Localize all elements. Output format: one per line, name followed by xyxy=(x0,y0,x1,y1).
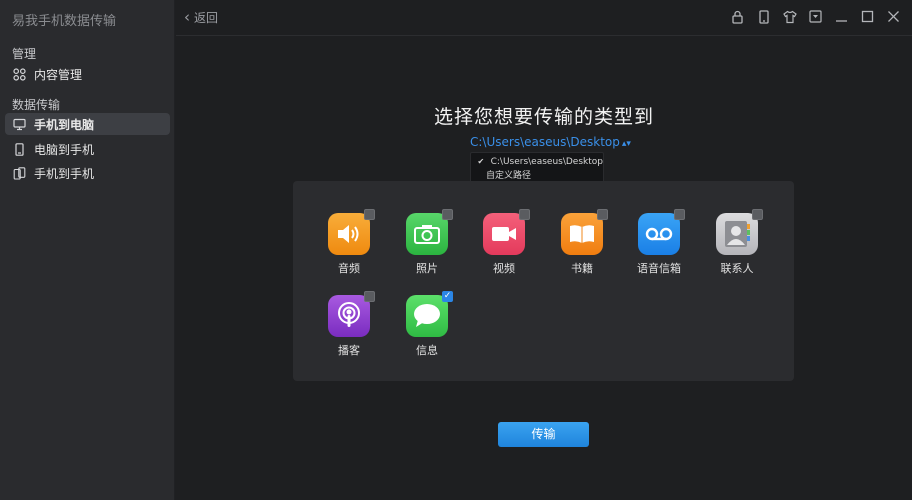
section-label-manage: 管理 xyxy=(12,47,37,61)
camera-icon xyxy=(406,209,453,255)
transfer-button[interactable]: 传输 xyxy=(498,422,589,447)
maximize-icon[interactable] xyxy=(859,8,876,25)
checkbox[interactable] xyxy=(364,291,375,302)
type-label: 信息 xyxy=(416,344,438,357)
voicemail-icon xyxy=(638,209,685,255)
path-label: C:\Users\easeus\Desktop xyxy=(470,135,620,149)
monitor-icon xyxy=(12,117,26,131)
type-tile-books[interactable]: 书籍 xyxy=(552,209,612,276)
destination-path-selector[interactable]: C:\Users\easeus\Desktop ▴▾ xyxy=(470,135,631,149)
sidebar-item-phone-to-pc[interactable]: 手机到电脑 xyxy=(5,113,170,135)
checkbox[interactable] xyxy=(364,209,375,220)
type-tile-podcast[interactable]: 播客 xyxy=(319,291,379,358)
checkbox[interactable] xyxy=(597,209,608,220)
chevron-left-icon: ‹ xyxy=(184,8,190,26)
phone-icon xyxy=(12,142,26,156)
type-label: 联系人 xyxy=(720,262,754,275)
sidebar-item-content-management[interactable]: 内容管理 xyxy=(5,63,170,85)
type-tile-video[interactable]: 视频 xyxy=(474,209,534,276)
type-label: 照片 xyxy=(416,262,438,275)
data-type-panel: 音频 照片 视频 书籍 语音信箱 联系人 播客 ✓ 信息 xyxy=(293,181,794,381)
podcast-icon xyxy=(328,291,375,337)
sidebar-item-phone-to-phone[interactable]: 手机到手机 xyxy=(5,162,170,184)
updown-arrow-icon: ▴▾ xyxy=(621,139,631,149)
dropdown-option-desktop[interactable]: ✔ C:\Users\easeus\Desktop xyxy=(471,155,603,168)
video-camera-icon xyxy=(483,209,530,255)
speaker-icon xyxy=(328,209,375,255)
app-title: 易我手机数据传输 xyxy=(12,14,117,29)
type-tile-photos[interactable]: 照片 xyxy=(397,209,457,276)
close-icon[interactable] xyxy=(885,8,902,25)
checkbox[interactable] xyxy=(519,209,530,220)
shirt-icon[interactable] xyxy=(781,8,798,25)
type-tile-audio[interactable]: 音频 xyxy=(319,209,379,276)
phone-icon[interactable] xyxy=(755,8,772,25)
grid-icon xyxy=(12,67,26,81)
window-controls xyxy=(729,8,902,25)
type-tile-contacts[interactable]: 联系人 xyxy=(707,209,767,276)
type-label: 音频 xyxy=(338,262,360,275)
lock-icon[interactable] xyxy=(729,8,746,25)
topbar: ‹ 返回 xyxy=(176,0,912,36)
back-label: 返回 xyxy=(194,11,219,25)
type-tile-voicemail[interactable]: 语音信箱 xyxy=(629,209,689,276)
phones-icon xyxy=(12,166,26,180)
type-label: 书籍 xyxy=(571,262,593,275)
path-dropdown: ✔ C:\Users\easeus\Desktop 自定义路径 xyxy=(470,152,604,183)
sidebar-item-label: 内容管理 xyxy=(34,67,83,82)
sidebar-item-pc-to-phone[interactable]: 电脑到手机 xyxy=(5,138,170,160)
sidebar-item-label: 手机到手机 xyxy=(34,166,95,181)
minimize-icon[interactable] xyxy=(833,8,850,25)
dropdown-option-label: 自定义路径 xyxy=(486,171,532,181)
checkbox-checked[interactable]: ✓ xyxy=(442,291,453,302)
dropdown-option-custom-path[interactable]: 自定义路径 xyxy=(471,168,603,181)
sidebar: 易我手机数据传输 管理 内容管理 数据传输 手机到电脑 电脑到手机 手机到手机 xyxy=(0,0,175,500)
message-bubble-icon: ✓ xyxy=(406,291,453,337)
checkbox[interactable] xyxy=(674,209,685,220)
checkmark-icon: ✔ xyxy=(477,157,485,166)
sidebar-item-label: 手机到电脑 xyxy=(34,117,95,132)
type-label: 播客 xyxy=(338,344,360,357)
type-label: 视频 xyxy=(493,262,515,275)
type-tile-messages[interactable]: ✓ 信息 xyxy=(397,291,457,358)
checkbox[interactable] xyxy=(752,209,763,220)
dropdown-option-label: C:\Users\easeus\Desktop xyxy=(490,156,603,167)
menu-dropdown-icon[interactable] xyxy=(807,8,824,25)
sidebar-item-label: 电脑到手机 xyxy=(34,142,95,157)
contacts-icon xyxy=(716,209,763,255)
section-label-transfer: 数据传输 xyxy=(12,98,61,112)
page-title: 选择您想要传输的类型到 xyxy=(433,106,654,128)
type-label: 语音信箱 xyxy=(637,262,681,275)
back-button[interactable]: ‹ 返回 xyxy=(184,9,218,26)
checkbox[interactable] xyxy=(442,209,453,220)
book-icon xyxy=(561,209,608,255)
